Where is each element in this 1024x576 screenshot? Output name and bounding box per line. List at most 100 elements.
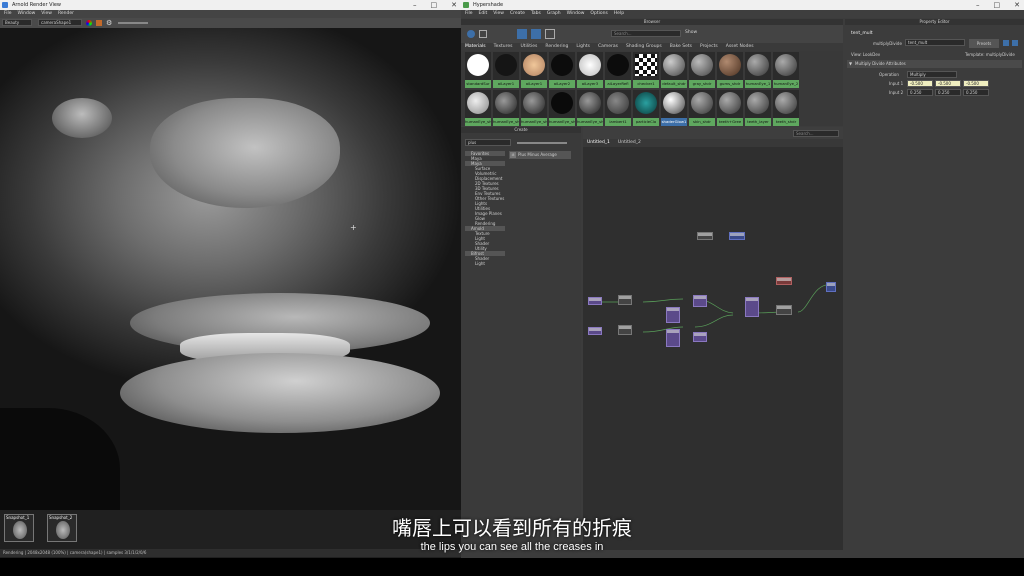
material-swatch[interactable]: gray_shdr <box>689 52 715 88</box>
pe-input1-x[interactable]: -0.500 <box>907 80 933 87</box>
material-swatch[interactable]: standardSur <box>465 52 491 88</box>
tab-textures[interactable]: Textures <box>494 43 513 51</box>
maximize-icon[interactable]: □ <box>431 0 438 10</box>
hs-menu-create[interactable]: Create <box>510 10 525 18</box>
material-swatch[interactable]: aiLayer3 <box>577 52 603 88</box>
pe-input2-y[interactable]: 0.250 <box>935 89 961 96</box>
settings-gear-icon[interactable]: ⚙ <box>106 19 112 27</box>
hs-menu-view[interactable]: View <box>493 10 504 18</box>
browser-tool-icon-2[interactable] <box>479 30 487 38</box>
menu-view[interactable]: View <box>41 10 52 18</box>
hs-menu-edit[interactable]: Edit <box>479 10 488 18</box>
hs-menu-tabs[interactable]: Tabs <box>531 10 541 18</box>
browser-search-input[interactable]: Search... <box>611 30 681 37</box>
graph-node[interactable] <box>588 327 602 335</box>
material-swatch[interactable]: humanEye_1 <box>745 52 771 88</box>
tab-utilities[interactable]: Utilities <box>520 43 537 51</box>
hs-menu-help[interactable]: Help <box>614 10 624 18</box>
camera-select[interactable]: cameraShape1 <box>38 19 82 26</box>
minimize-icon[interactable]: – <box>413 0 417 10</box>
material-swatch[interactable]: default_shdr <box>661 52 687 88</box>
pe-input1-z[interactable]: -0.500 <box>963 80 989 87</box>
graph-node[interactable] <box>693 295 707 307</box>
tab-cameras[interactable]: Cameras <box>598 43 618 51</box>
pe-template-label: Template: multiplyDivide <box>965 52 1015 57</box>
material-swatch[interactable]: aiLayerRefl <box>605 52 631 88</box>
pe-section[interactable]: ▼ Multiply Divide Attributes <box>847 60 1022 68</box>
material-swatch[interactable]: humanEye_sh <box>465 90 491 126</box>
tab-materials[interactable]: Materials <box>465 43 486 51</box>
pe-node-name: tent_mult <box>851 31 873 36</box>
material-swatch[interactable]: checker1 <box>633 52 659 88</box>
material-swatch[interactable]: particleClo <box>633 90 659 126</box>
color-channel-icon[interactable] <box>86 20 92 26</box>
graph-node[interactable] <box>697 232 713 240</box>
pe-input2-z[interactable]: 0.250 <box>963 89 989 96</box>
tab-rendering[interactable]: Rendering <box>545 43 568 51</box>
browser-tool-icon-1[interactable] <box>467 30 475 38</box>
browser-tabs: Materials Textures Utilities Rendering L… <box>461 43 843 51</box>
tab-shading-groups[interactable]: Shading Groups <box>626 43 662 51</box>
material-swatch[interactable]: humanEye_sh <box>521 90 547 126</box>
browser-tool-icon-5[interactable] <box>545 29 555 39</box>
graph-node[interactable] <box>729 232 745 240</box>
pe-node-field[interactable]: tent_mult <box>905 39 965 46</box>
pe-presets-button[interactable]: Presets <box>969 39 999 48</box>
create-slider[interactable] <box>517 142 567 144</box>
graph-node[interactable] <box>776 277 792 285</box>
menu-window[interactable]: Window <box>18 10 36 18</box>
pe-input1-y[interactable]: -0.500 <box>935 80 961 87</box>
browser-tool-icon-4[interactable] <box>531 29 541 39</box>
material-swatch[interactable]: humanEye_2 <box>773 52 799 88</box>
hs-menu-window[interactable]: Window <box>567 10 585 18</box>
graph-node[interactable] <box>745 297 759 317</box>
hs-menu-options[interactable]: Options <box>590 10 607 18</box>
graph-node[interactable] <box>618 295 632 305</box>
material-swatch[interactable]: gums_shdr <box>717 52 743 88</box>
material-swatch[interactable]: aiLayer1 <box>521 52 547 88</box>
hypershade-title: Hypershade <box>473 2 504 8</box>
material-swatch[interactable]: shaderGlow1 <box>661 90 687 126</box>
browser-show-button[interactable]: Show <box>685 30 697 35</box>
material-swatch[interactable]: teeth_shdr <box>773 90 799 126</box>
pe-operation-select[interactable]: Multiply <box>907 71 957 78</box>
tab-projects[interactable]: Projects <box>700 43 718 51</box>
graph-node[interactable] <box>693 332 707 342</box>
create-search-input[interactable]: plus <box>465 139 511 146</box>
hs-menu-file[interactable]: File <box>465 10 473 18</box>
aov-select[interactable]: Beauty <box>2 19 32 26</box>
material-swatch[interactable]: humanEye_sh <box>577 90 603 126</box>
material-swatch[interactable]: lambert1 <box>605 90 631 126</box>
graph-node[interactable] <box>776 305 792 315</box>
tab-bake-sets[interactable]: Bake Sets <box>670 43 692 51</box>
tab-asset-nodes[interactable]: Asset Nodes <box>726 43 754 51</box>
close-icon[interactable]: ✕ <box>451 0 457 10</box>
graph-node[interactable] <box>666 329 680 347</box>
material-swatch[interactable]: teeth_layer <box>745 90 771 126</box>
graph-node[interactable] <box>826 282 836 292</box>
exposure-slider[interactable] <box>118 22 148 24</box>
menu-file[interactable]: File <box>4 10 12 18</box>
pe-input2-x[interactable]: 0.250 <box>907 89 933 96</box>
hs-close-icon[interactable]: ✕ <box>1014 0 1020 10</box>
graph-node[interactable] <box>666 307 680 323</box>
pe-icon-2[interactable] <box>1012 40 1018 46</box>
create-result-item[interactable]: ± Plus Minus Average <box>509 151 571 159</box>
tree-bifrost-light[interactable]: Light <box>465 261 505 266</box>
hs-maximize-icon[interactable]: □ <box>994 0 1001 10</box>
graph-node[interactable] <box>588 297 602 305</box>
hs-menu-graph[interactable]: Graph <box>547 10 561 18</box>
graph-node[interactable] <box>618 325 632 335</box>
browser-tool-icon-3[interactable] <box>517 29 527 39</box>
pe-icon-1[interactable] <box>1003 40 1009 46</box>
menu-render[interactable]: Render <box>58 10 74 18</box>
render-icon[interactable] <box>96 20 102 26</box>
material-swatch[interactable]: humanEye_sh <box>549 90 575 126</box>
material-swatch[interactable]: aiLayer1 <box>493 52 519 88</box>
material-swatch[interactable]: teeth+Gree <box>717 90 743 126</box>
tab-lights[interactable]: Lights <box>576 43 590 51</box>
material-swatch[interactable]: humanEye_sh <box>493 90 519 126</box>
material-swatch[interactable]: skin_shdr <box>689 90 715 126</box>
material-swatch[interactable]: aiLayer2 <box>549 52 575 88</box>
hs-minimize-icon[interactable]: – <box>976 0 980 10</box>
